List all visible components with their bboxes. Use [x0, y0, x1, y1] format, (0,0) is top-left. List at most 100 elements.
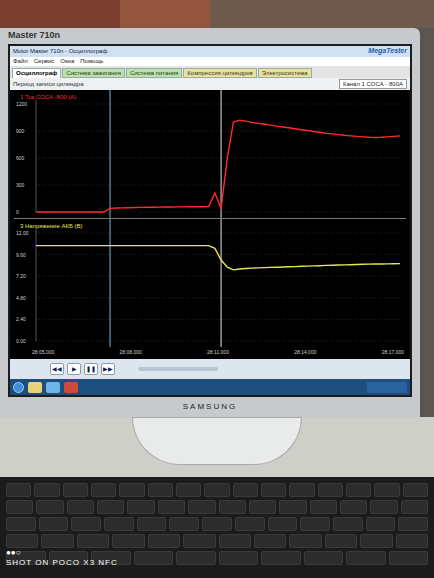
key[interactable] [112, 534, 144, 548]
key[interactable] [39, 517, 69, 531]
taskbar-app-icon[interactable] [64, 382, 78, 393]
key[interactable] [176, 483, 201, 497]
key[interactable] [360, 534, 392, 548]
y-tick: 7.20 [16, 273, 400, 279]
cursor-line[interactable] [110, 219, 111, 347]
key[interactable] [148, 483, 173, 497]
menu-item[interactable]: Файл [13, 57, 28, 66]
svg-text:600: 600 [16, 155, 25, 161]
key[interactable] [137, 517, 167, 531]
key[interactable] [268, 517, 298, 531]
key[interactable] [148, 534, 180, 548]
key[interactable] [183, 534, 215, 548]
tab[interactable]: Осциллограф [12, 68, 61, 78]
scroll-track[interactable] [138, 367, 218, 371]
key[interactable] [333, 517, 363, 531]
key[interactable] [340, 500, 367, 514]
tab[interactable]: Электросистема [258, 68, 312, 78]
y-tick: 1200 [16, 101, 400, 107]
key[interactable] [204, 483, 229, 497]
key[interactable] [176, 551, 216, 565]
key[interactable] [134, 551, 174, 565]
key[interactable] [158, 500, 185, 514]
key[interactable] [374, 483, 399, 497]
key[interactable] [169, 517, 199, 531]
key[interactable] [119, 483, 144, 497]
key[interactable] [346, 483, 371, 497]
title-bar: Motor Master 710n - ОсциллографMegaTeste… [10, 46, 410, 57]
key[interactable] [188, 500, 215, 514]
y-tick: 300 [16, 182, 400, 188]
menu-item[interactable]: Окна [60, 57, 74, 66]
key[interactable] [289, 534, 321, 548]
key[interactable] [63, 483, 88, 497]
key[interactable] [104, 517, 134, 531]
channel-select[interactable]: Канал 1 СОСА - 800А [339, 79, 407, 89]
key[interactable] [34, 483, 59, 497]
key[interactable] [254, 534, 286, 548]
key[interactable] [202, 517, 232, 531]
svg-text:0: 0 [16, 209, 19, 215]
menu-item[interactable]: Сервис [34, 57, 55, 66]
key[interactable] [71, 517, 101, 531]
key[interactable] [300, 517, 330, 531]
key[interactable] [318, 483, 343, 497]
key[interactable] [398, 517, 428, 531]
key[interactable] [261, 483, 286, 497]
key[interactable] [366, 517, 396, 531]
tab[interactable]: Система питания [126, 68, 182, 78]
monitor-maker: SAMSUNG [8, 397, 412, 417]
tab[interactable]: Система зажигания [62, 68, 125, 78]
taskbar-app-icon[interactable] [46, 382, 60, 393]
cursor-line[interactable] [221, 90, 222, 218]
time-tick: 28:17.000 [382, 349, 404, 357]
key[interactable] [325, 534, 357, 548]
key[interactable] [67, 500, 94, 514]
key[interactable] [41, 534, 73, 548]
key[interactable] [97, 500, 124, 514]
taskbar-app-icon[interactable] [28, 382, 42, 393]
key[interactable] [279, 500, 306, 514]
key[interactable] [91, 483, 116, 497]
key[interactable] [346, 551, 386, 565]
svg-text:4.80: 4.80 [16, 295, 26, 301]
key[interactable] [219, 500, 246, 514]
key[interactable] [403, 483, 428, 497]
control-button[interactable]: ▶ [67, 363, 81, 375]
cursor-line[interactable] [110, 90, 111, 218]
key[interactable] [233, 483, 258, 497]
key[interactable] [389, 551, 429, 565]
start-icon[interactable] [13, 382, 24, 393]
key[interactable] [6, 500, 33, 514]
key[interactable] [304, 551, 344, 565]
key[interactable] [6, 534, 38, 548]
key[interactable] [249, 500, 276, 514]
key[interactable] [219, 534, 251, 548]
control-button[interactable]: ▶▶ [101, 363, 115, 375]
control-button[interactable]: ❚❚ [84, 363, 98, 375]
tab[interactable]: Компрессия цилиндров [183, 68, 256, 78]
key[interactable] [6, 483, 31, 497]
key[interactable] [36, 500, 63, 514]
period-label: Период записи цилиндра [13, 80, 84, 89]
key[interactable] [289, 483, 314, 497]
key[interactable] [219, 551, 259, 565]
key[interactable] [370, 500, 397, 514]
key[interactable] [6, 517, 36, 531]
svg-text:300: 300 [16, 182, 25, 188]
time-axis: 28:05.00028:08.00028:11.00028:14.00028:1… [14, 347, 406, 359]
key[interactable] [396, 534, 428, 548]
cursor-line[interactable] [221, 219, 222, 347]
menu-item[interactable]: Помощь [80, 57, 103, 66]
tab-row: ОсциллографСистема зажиганияСистема пита… [10, 66, 410, 78]
y-tick: 900 [16, 128, 400, 134]
key[interactable] [77, 534, 109, 548]
key[interactable] [261, 551, 301, 565]
key[interactable] [401, 500, 428, 514]
taskbar [10, 379, 410, 395]
svg-text:0.00: 0.00 [16, 338, 26, 344]
control-button[interactable]: ◀◀ [50, 363, 64, 375]
key[interactable] [310, 500, 337, 514]
key[interactable] [235, 517, 265, 531]
key[interactable] [127, 500, 154, 514]
